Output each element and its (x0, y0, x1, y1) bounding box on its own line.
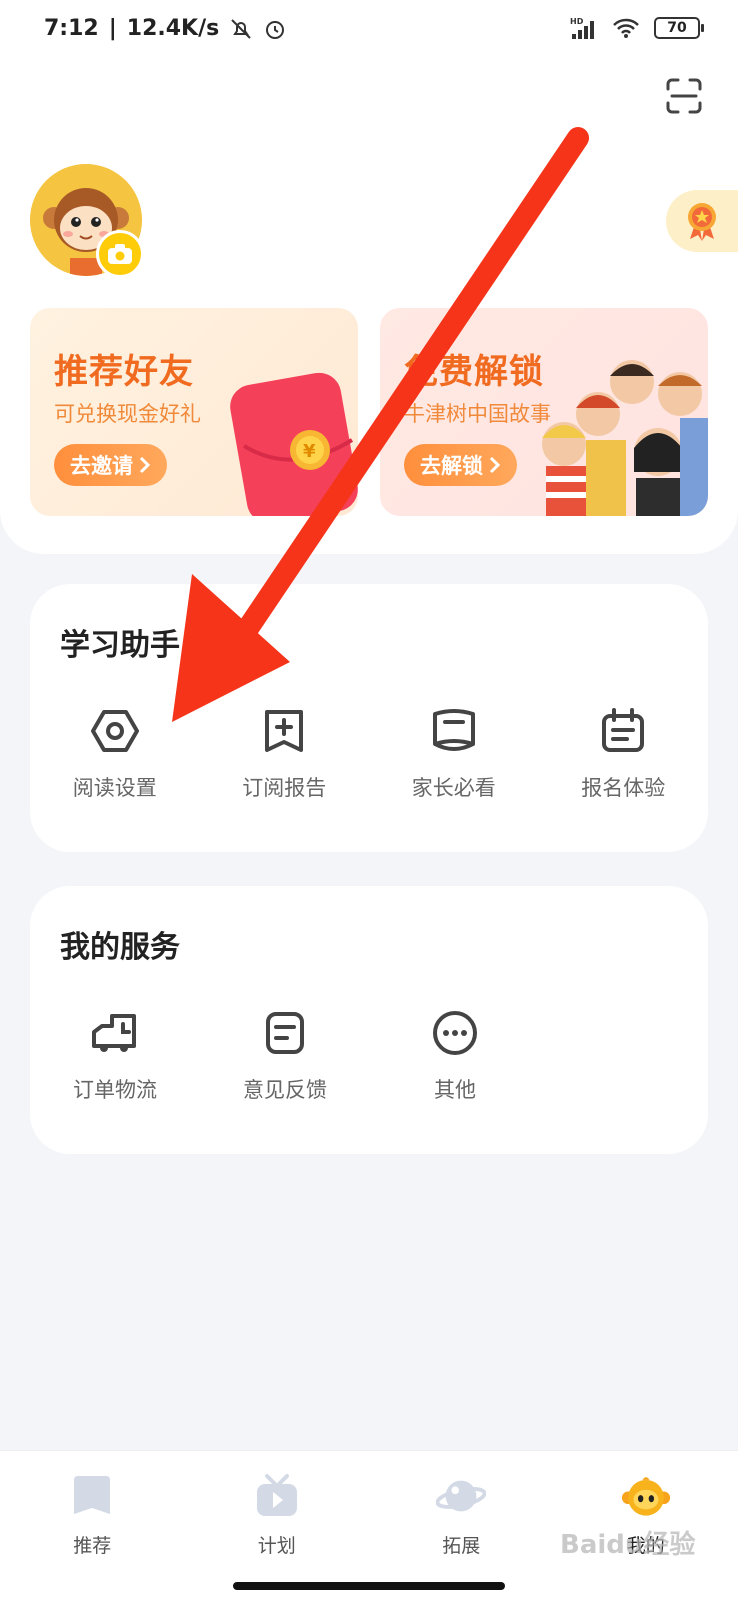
order-logistics-label: 订单物流 (73, 1078, 157, 1102)
status-right: HD 70 (570, 16, 704, 40)
tab-plan-label: 计划 (257, 1535, 296, 1557)
svg-text:HD: HD (570, 17, 584, 26)
feedback-label: 意见反馈 (243, 1078, 327, 1102)
battery-indicator: 70 (654, 17, 704, 39)
parent-guide-label: 家长必看 (411, 776, 496, 800)
subscription-report-button[interactable]: 订阅报告 (200, 704, 370, 802)
parent-guide-button[interactable]: 家长必看 (369, 704, 539, 802)
status-speed: 12.4K/s (126, 16, 220, 41)
camera-icon (108, 244, 132, 264)
chevron-right-icon (489, 456, 501, 474)
other-label: 其他 (434, 1078, 476, 1102)
feedback-button[interactable]: 意见反馈 (200, 1006, 370, 1104)
signal-icon: HD (570, 17, 594, 39)
home-indicator[interactable] (233, 1582, 505, 1590)
svg-text:¥: ¥ (303, 441, 316, 462)
mute-bell-icon (231, 18, 251, 39)
tab-recommend[interactable]: 推荐 (0, 1451, 185, 1600)
plan-icon (252, 1471, 302, 1521)
tab-explore-label: 拓展 (442, 1535, 481, 1557)
medal-icon (688, 203, 716, 241)
my-services-title: 我的服务 (60, 930, 180, 965)
change-avatar-button[interactable] (96, 230, 144, 278)
unlock-title: 免费解锁 (404, 352, 544, 392)
order-logistics-button[interactable]: 订单物流 (30, 1006, 200, 1104)
reading-settings-label: 阅读设置 (72, 776, 157, 800)
status-time: 7:12 (44, 16, 99, 41)
hexagon-settings-icon (88, 704, 142, 758)
reading-settings-button[interactable]: 阅读设置 (30, 704, 200, 802)
mine-monkey-icon (621, 1471, 671, 1521)
add-bookmark-icon (257, 704, 311, 758)
unlock-button[interactable]: 去解锁 (404, 444, 517, 486)
more-icon (428, 1006, 482, 1060)
invite-title: 推荐好友 (54, 352, 194, 392)
subscription-report-label: 订阅报告 (242, 776, 327, 800)
status-divider: | (108, 16, 117, 41)
delivery-truck-icon (88, 1006, 142, 1060)
red-envelope-icon: ¥ (230, 372, 358, 516)
planet-icon (436, 1471, 487, 1521)
study-assistant-grid: 阅读设置 订阅报告 家长必看 报名体验 (30, 704, 708, 802)
status-left: 7:12 | 12.4K/s (44, 16, 287, 41)
scan-button[interactable] (664, 76, 704, 116)
tab-plan[interactable]: 计划 (185, 1451, 370, 1600)
invite-button[interactable]: 去邀请 (54, 444, 167, 486)
medal-button[interactable] (666, 190, 738, 252)
status-bar: 7:12 | 12.4K/s HD 70 (0, 0, 738, 64)
study-assistant-card: 学习助手 阅读设置 订阅报告 家长必看 报名体验 (30, 584, 708, 852)
other-button[interactable]: 其他 (370, 1006, 540, 1104)
my-services-card: 我的服务 订单物流 意见反馈 其他 (30, 886, 708, 1154)
trial-signup-label: 报名体验 (581, 776, 666, 800)
children-illustration (542, 360, 708, 516)
scan-icon (666, 78, 702, 114)
invite-friend-banner[interactable]: 推荐好友 可兑换现金好礼 去邀请 ¥ (30, 308, 358, 516)
tab-explore[interactable]: 拓展 (369, 1451, 554, 1600)
alarm-icon (266, 20, 285, 39)
feedback-icon (258, 1006, 312, 1060)
study-assistant-title: 学习助手 (60, 628, 180, 663)
my-services-grid: 订单物流 意见反馈 其他 (30, 1006, 708, 1104)
invite-button-label: 去邀请 (70, 454, 133, 478)
chevron-right-icon (139, 456, 151, 474)
unlock-button-label: 去解锁 (420, 454, 483, 478)
book-icon (427, 704, 481, 758)
unlock-story-banner[interactable]: 免费解锁 牛津树中国故事 去解锁 (380, 308, 708, 516)
unlock-subtitle: 牛津树中国故事 (404, 402, 551, 426)
watermark: Baidu经验 (560, 1530, 696, 1560)
wifi-icon (613, 18, 639, 38)
trial-signup-button[interactable]: 报名体验 (539, 704, 709, 802)
invite-subtitle: 可兑换现金好礼 (54, 402, 201, 426)
calendar-icon (596, 704, 650, 758)
recommend-icon (67, 1471, 117, 1521)
tab-recommend-label: 推荐 (73, 1535, 112, 1557)
